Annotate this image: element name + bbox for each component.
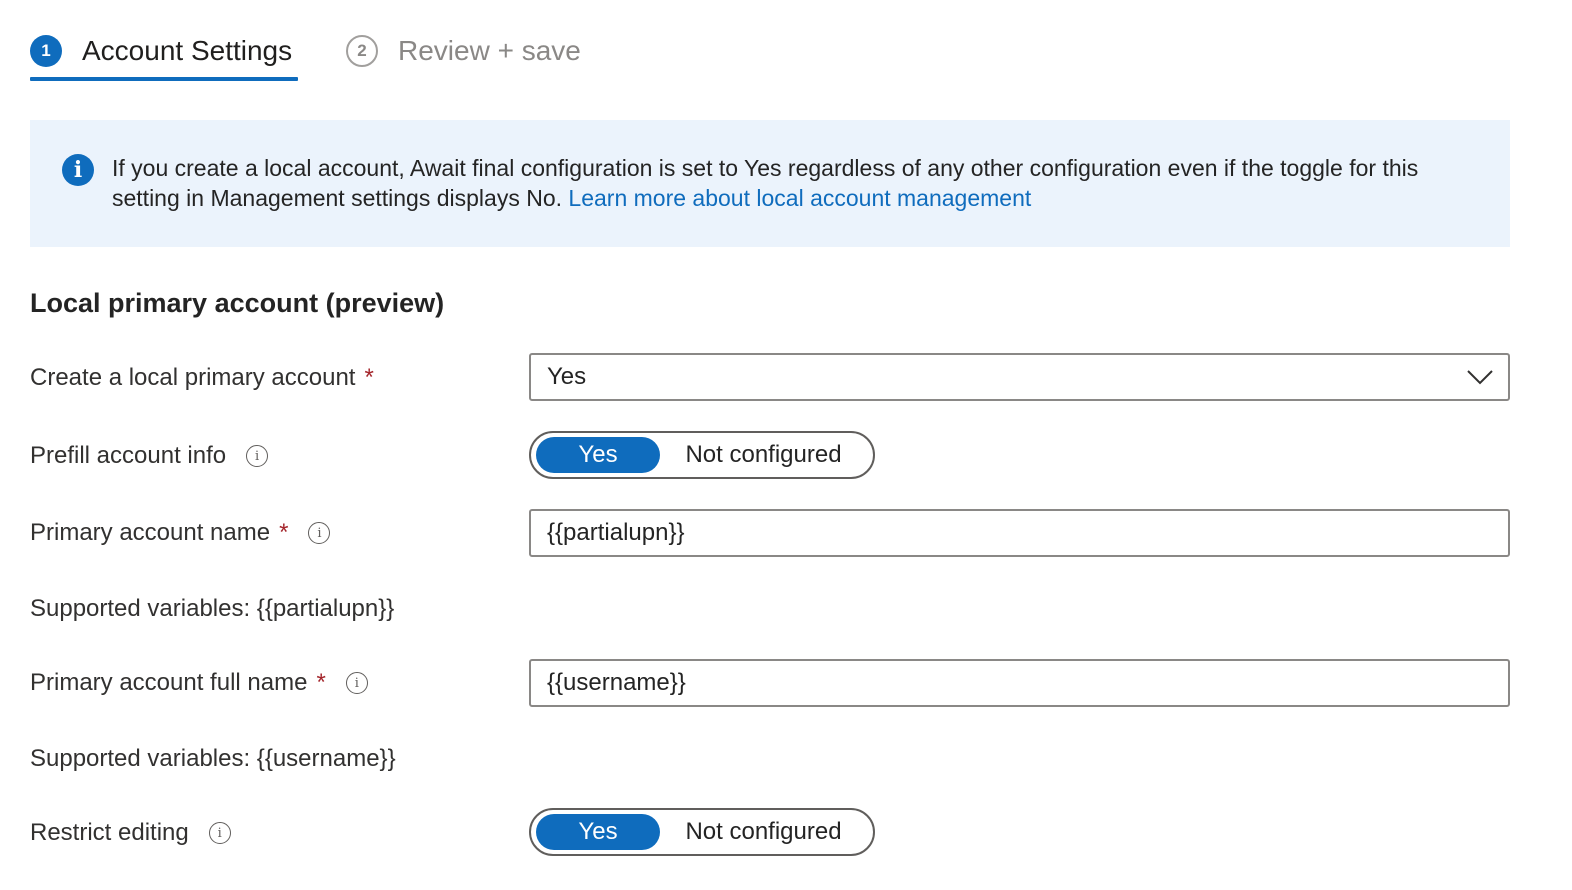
prefill-not-configured-option[interactable]: Not configured	[660, 437, 867, 473]
account-name-value: {{partialupn}}	[547, 519, 685, 546]
restrict-yes-option[interactable]: Yes	[536, 814, 660, 850]
prefill-yes-option[interactable]: Yes	[536, 437, 660, 473]
account-name-label: Primary account name	[30, 519, 271, 546]
step-2-badge: 2	[346, 35, 378, 67]
learn-more-link[interactable]: Learn more about local account managemen…	[568, 185, 1031, 211]
chevron-down-icon	[1460, 353, 1500, 401]
tab-account-settings-label: Account Settings	[82, 35, 293, 66]
restrict-editing-label: Restrict editing	[30, 819, 189, 846]
info-message: If you create a local account, Await fin…	[112, 153, 1472, 213]
prefill-toggle[interactable]: Yes Not configured	[529, 431, 875, 479]
required-asterisk: *	[279, 519, 289, 546]
restrict-editing-label-row: Restrict editing i	[30, 813, 231, 853]
info-tooltip-icon[interactable]: i	[208, 822, 231, 844]
info-tooltip-icon[interactable]: i	[308, 522, 331, 544]
tab-review-save[interactable]: 2 Review + save	[346, 24, 581, 82]
dropdown-selected-value: Yes	[547, 363, 587, 390]
step-1-badge: 1	[30, 35, 62, 67]
full-name-value: {{username}}	[547, 669, 686, 696]
info-icon: i	[62, 154, 94, 186]
info-banner: i If you create a local account, Await f…	[30, 120, 1510, 247]
tab-review-save-label: Review + save	[398, 35, 581, 66]
prefill-label: Prefill account info	[30, 442, 227, 469]
restrict-editing-toggle[interactable]: Yes Not configured	[529, 808, 875, 856]
full-name-label-row: Primary account full name * i	[30, 663, 368, 703]
create-local-account-label-row: Create a local primary account *	[30, 358, 374, 398]
prefill-label-row: Prefill account info i	[30, 436, 269, 476]
info-tooltip-icon[interactable]: i	[345, 672, 368, 694]
restrict-not-configured-option[interactable]: Not configured	[660, 814, 867, 850]
tab-account-settings[interactable]: 1 Account Settings	[30, 24, 292, 82]
required-asterisk: *	[316, 669, 326, 696]
full-name-label: Primary account full name	[30, 669, 308, 696]
required-asterisk: *	[364, 364, 374, 391]
section-title: Local primary account (preview)	[30, 288, 445, 318]
account-name-hint: Supported variables: {{partialupn}}	[30, 595, 395, 622]
create-local-account-label: Create a local primary account	[30, 364, 356, 391]
account-name-label-row: Primary account name * i	[30, 513, 331, 553]
info-tooltip-icon[interactable]: i	[246, 445, 269, 467]
create-local-account-dropdown[interactable]: Yes	[529, 353, 1510, 401]
full-name-hint: Supported variables: {{username}}	[30, 745, 396, 772]
full-name-input[interactable]: {{username}}	[529, 659, 1510, 707]
wizard-steps: 1 Account Settings 2 Review + save	[30, 24, 730, 84]
account-name-input[interactable]: {{partialupn}}	[529, 509, 1510, 557]
active-tab-indicator	[30, 77, 298, 81]
